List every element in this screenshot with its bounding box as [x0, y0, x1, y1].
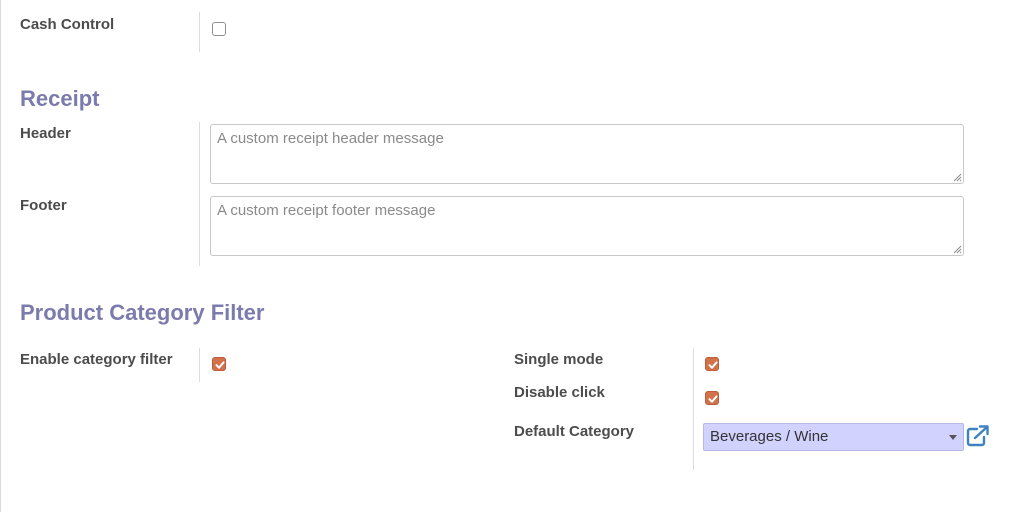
enable-category-filter-label: Enable category filter [20, 351, 173, 368]
header-placeholder: A custom receipt header message [217, 130, 444, 147]
single-mode-label: Single mode [514, 351, 604, 368]
header-textarea[interactable]: A custom receipt header message [210, 124, 964, 184]
check-icon [215, 361, 225, 369]
product-category-filter-title: Product Category Filter [20, 300, 265, 325]
resize-handle-icon[interactable] [953, 245, 962, 254]
resize-handle-icon[interactable] [953, 173, 962, 182]
check-icon [708, 395, 718, 403]
cash-control-checkbox[interactable] [212, 22, 226, 36]
form-left-border [0, 0, 1, 512]
header-label: Header [20, 125, 71, 142]
footer-label: Footer [20, 197, 67, 214]
cash-control-label: Cash Control [20, 16, 115, 33]
footer-placeholder: A custom receipt footer message [217, 202, 436, 219]
default-category-value: Beverages / Wine [710, 428, 829, 445]
receipt-section-title: Receipt [20, 86, 100, 111]
field-divider [693, 348, 694, 470]
disable-click-label: Disable click [514, 384, 605, 401]
default-category-label: Default Category [514, 423, 635, 440]
disable-click-checkbox[interactable] [705, 391, 719, 405]
field-divider [199, 122, 200, 266]
check-icon [708, 361, 718, 369]
caret-down-icon [949, 435, 957, 440]
field-divider [199, 12, 200, 52]
field-divider [199, 348, 200, 382]
default-category-select[interactable]: Beverages / Wine [703, 423, 964, 451]
footer-textarea[interactable]: A custom receipt footer message [210, 196, 964, 256]
single-mode-checkbox[interactable] [705, 357, 719, 371]
external-link-icon[interactable] [966, 425, 990, 447]
enable-category-filter-checkbox[interactable] [212, 357, 226, 371]
